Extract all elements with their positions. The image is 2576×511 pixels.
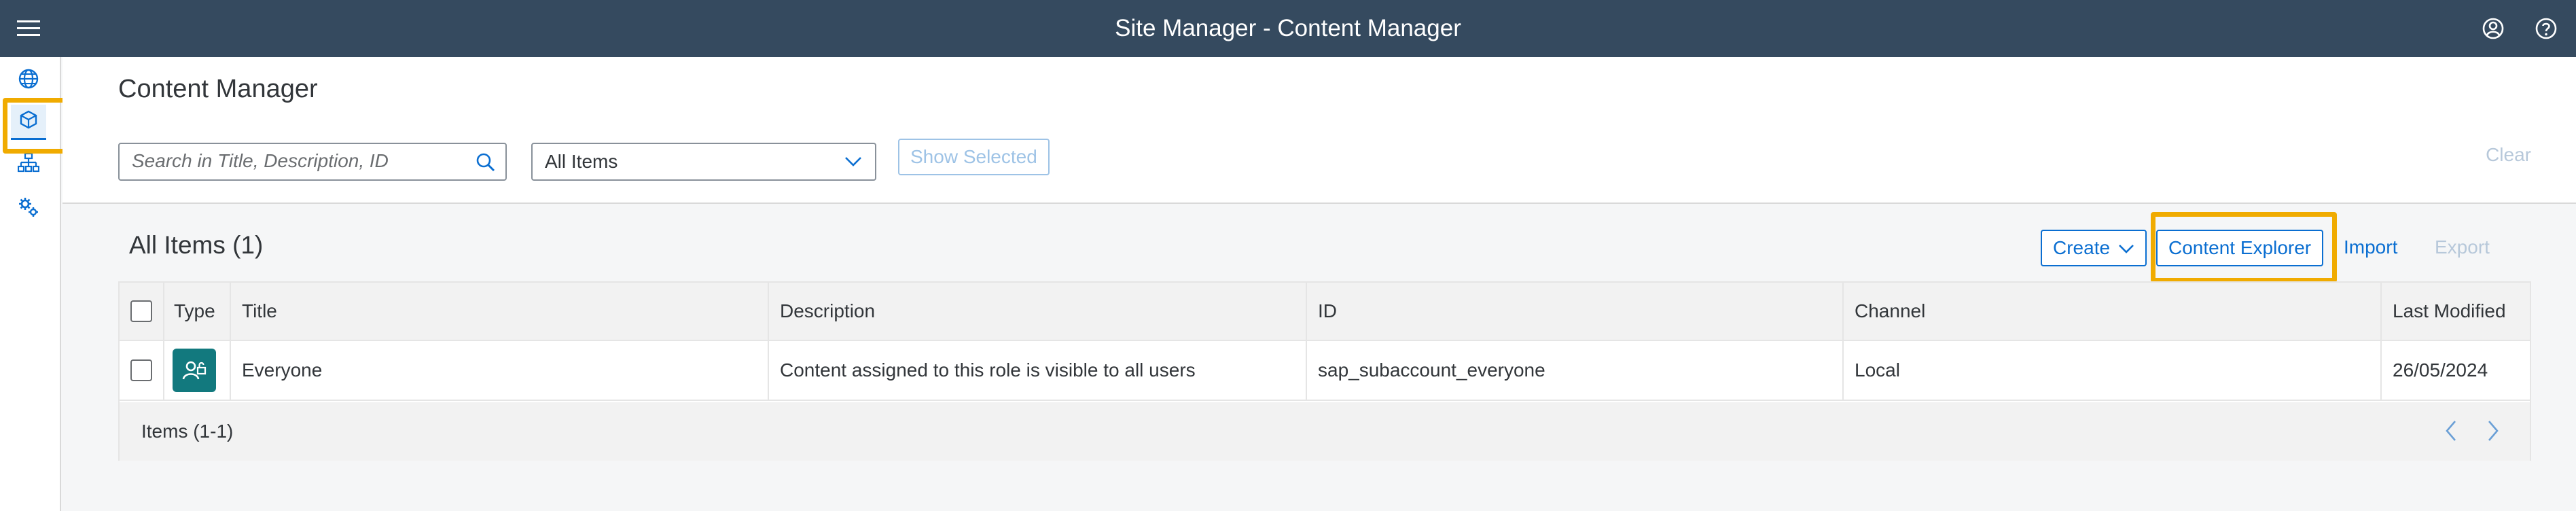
- column-divider: [1842, 283, 1844, 400]
- create-button[interactable]: Create: [2041, 230, 2147, 266]
- org-chart-icon: [17, 152, 40, 177]
- shell-bar: Site Manager - Content Manager: [0, 0, 2576, 57]
- column-title[interactable]: Title: [242, 283, 277, 340]
- chevron-down-icon: [2118, 231, 2134, 265]
- role-icon: [173, 349, 216, 392]
- user-icon[interactable]: [2480, 15, 2507, 42]
- clear-link[interactable]: Clear: [2486, 144, 2531, 166]
- column-last-modified[interactable]: Last Modified: [2393, 283, 2506, 340]
- gears-icon: [17, 195, 40, 222]
- page-title: Content Manager: [118, 75, 318, 103]
- items-filter-select[interactable]: All Items: [531, 143, 876, 181]
- show-selected-button[interactable]: Show Selected: [898, 139, 1050, 175]
- export-link[interactable]: Export: [2435, 236, 2490, 258]
- select-all-checkbox[interactable]: [130, 300, 152, 322]
- items-count-title: All Items (1): [129, 231, 264, 259]
- row-description: Content assigned to this role is visible…: [780, 359, 1196, 381]
- search-input[interactable]: [120, 144, 459, 178]
- import-link[interactable]: Import: [2344, 236, 2397, 258]
- column-id[interactable]: ID: [1318, 283, 1337, 340]
- chevron-left-icon[interactable]: [2437, 417, 2465, 444]
- row-id: sap_subaccount_everyone: [1318, 359, 1545, 381]
- nav-settings[interactable]: [11, 190, 46, 226]
- nav-sites[interactable]: [11, 63, 46, 98]
- column-description[interactable]: Description: [780, 283, 875, 340]
- row-title: Everyone: [242, 359, 323, 381]
- chevron-down-icon[interactable]: [841, 149, 865, 174]
- items-range-text: Items (1-1): [141, 421, 234, 442]
- content-table: Type Title Description ID Channel Last M…: [118, 281, 2531, 461]
- nav-highlight-frame: [3, 98, 69, 154]
- column-divider: [2380, 283, 2382, 400]
- content-explorer-highlight-frame: [2151, 212, 2337, 283]
- table-footer: Items (1-1): [120, 402, 2530, 461]
- search-icon[interactable]: [473, 149, 499, 175]
- table-row[interactable]: Everyone Content assigned to this role i…: [120, 341, 2530, 401]
- column-channel[interactable]: Channel: [1855, 283, 1925, 340]
- create-label: Create: [2053, 237, 2111, 258]
- row-last-modified: 26/05/2024: [2393, 359, 2488, 381]
- table-header: Type Title Description ID Channel Last M…: [120, 283, 2530, 341]
- select-all-checkbox-cell: [130, 283, 152, 340]
- shell-title: Site Manager - Content Manager: [1115, 15, 1461, 41]
- column-type[interactable]: Type: [174, 283, 215, 340]
- row-checkbox[interactable]: [130, 359, 152, 381]
- row-checkbox-cell: [130, 341, 152, 400]
- row-type-cell: [173, 341, 216, 400]
- column-divider: [1306, 283, 1307, 400]
- items-filter-value: All Items: [545, 151, 618, 172]
- column-divider: [768, 283, 769, 400]
- column-divider: [230, 283, 231, 400]
- globe-icon: [18, 68, 39, 93]
- row-channel: Local: [1855, 359, 1900, 381]
- page-header: Content Manager All Items Show Selected …: [62, 57, 2576, 204]
- chevron-right-icon[interactable]: [2480, 417, 2507, 444]
- column-divider: [163, 283, 164, 400]
- search-field[interactable]: [118, 143, 507, 181]
- help-icon[interactable]: [2533, 15, 2560, 42]
